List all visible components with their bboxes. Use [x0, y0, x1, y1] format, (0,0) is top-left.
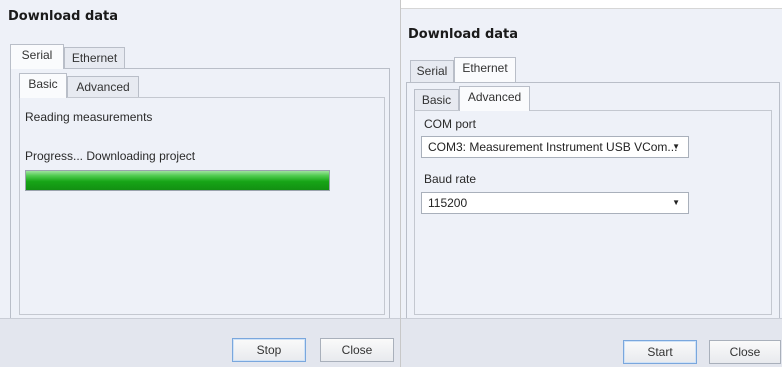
progress-text: Progress... Downloading project — [25, 149, 196, 163]
baud-rate-select[interactable]: 115200 ▼ — [421, 192, 689, 214]
stop-button[interactable]: Stop — [232, 338, 306, 362]
download-dialog-progress: Download data Serial Ethernet Basic Adva… — [0, 0, 400, 367]
tab-advanced[interactable]: Advanced — [459, 86, 530, 111]
tab-serial[interactable]: Serial — [410, 60, 454, 82]
download-progress-bar — [25, 170, 330, 191]
tab-ethernet[interactable]: Ethernet — [64, 47, 125, 69]
basic-tab-panel — [19, 97, 385, 315]
progress-bar-fill — [26, 171, 329, 190]
tab-advanced[interactable]: Advanced — [67, 76, 139, 98]
baud-rate-label: Baud rate — [424, 172, 477, 186]
tab-serial[interactable]: Serial — [10, 44, 64, 69]
tab-ethernet[interactable]: Ethernet — [454, 57, 516, 82]
tab-basic[interactable]: Basic — [19, 73, 67, 98]
baud-rate-value: 115200 — [428, 196, 468, 210]
chevron-down-icon[interactable]: ▼ — [672, 193, 680, 213]
status-text: Reading measurements — [25, 110, 153, 124]
close-button[interactable]: Close — [709, 340, 781, 364]
download-dialog-settings: Download data Serial Ethernet Basic Adva… — [400, 0, 782, 367]
com-port-value: COM3: Measurement Instrument USB VCom... — [428, 140, 678, 154]
com-port-select[interactable]: COM3: Measurement Instrument USB VCom...… — [421, 136, 689, 158]
chevron-down-icon[interactable]: ▼ — [672, 137, 680, 157]
dialog-title: Download data — [8, 9, 119, 24]
com-port-label: COM port — [424, 117, 477, 131]
window-top-strip — [401, 0, 782, 9]
tab-basic[interactable]: Basic — [414, 89, 459, 111]
close-button[interactable]: Close — [320, 338, 394, 362]
dialog-title: Download data — [408, 27, 519, 42]
start-button[interactable]: Start — [623, 340, 697, 364]
